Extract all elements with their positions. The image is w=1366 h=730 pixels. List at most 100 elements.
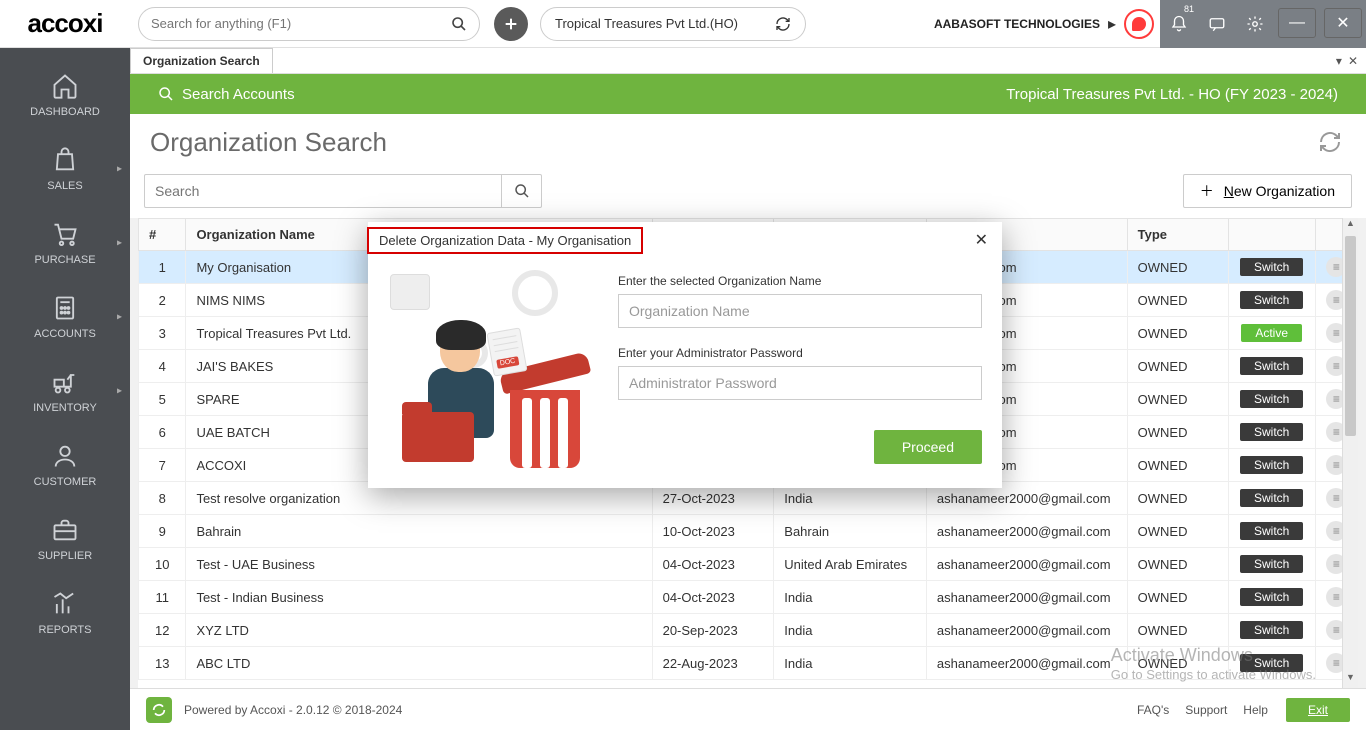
switch-button[interactable]: Switch: [1240, 555, 1303, 573]
plus-icon: ＋: [1200, 181, 1214, 201]
cell-num: 11: [139, 581, 186, 614]
nav-purchase[interactable]: PURCHASE▸: [0, 206, 130, 280]
cell-email: ashanameer2000@gmail.com: [926, 614, 1127, 647]
exit-button[interactable]: Exit: [1286, 698, 1350, 722]
table-search[interactable]: [144, 174, 542, 208]
cell-country: Bahrain: [774, 515, 927, 548]
modal-title: Delete Organization Data - My Organisati…: [367, 227, 643, 254]
gear-icon[interactable]: [1236, 0, 1274, 48]
sidebar: DASHBOARD SALES▸ PURCHASE▸ ACCOUNTS▸ INV…: [0, 48, 130, 730]
cell-num: 13: [139, 647, 186, 680]
nav-customer[interactable]: CUSTOMER: [0, 428, 130, 502]
table-row[interactable]: 9Bahrain10-Oct-2023Bahrainashanameer2000…: [139, 515, 1358, 548]
global-search[interactable]: [138, 7, 480, 41]
cell-date: 04-Oct-2023: [652, 548, 774, 581]
search-icon[interactable]: [451, 16, 467, 32]
company-label: AABASOFT TECHNOLOGIES: [934, 17, 1100, 31]
switch-button[interactable]: Switch: [1240, 423, 1303, 441]
switch-button[interactable]: Switch: [1240, 291, 1303, 309]
chart-icon: [51, 590, 79, 618]
scroll-up-icon[interactable]: ▲: [1343, 218, 1358, 234]
org-name-input[interactable]: [618, 294, 982, 328]
org-selector[interactable]: Tropical Treasures Pvt Ltd.(HO): [540, 7, 806, 41]
page-title: Organization Search: [150, 127, 387, 158]
cart-icon: [51, 220, 79, 248]
nav-inventory[interactable]: INVENTORY▸: [0, 354, 130, 428]
chat-icon[interactable]: [1198, 0, 1236, 48]
cell-num: 6: [139, 416, 186, 449]
faqs-link[interactable]: FAQ's: [1137, 703, 1169, 717]
switch-button[interactable]: Switch: [1240, 489, 1303, 507]
switch-button[interactable]: Switch: [1240, 654, 1303, 672]
tab-close-icon[interactable]: ✕: [1348, 54, 1358, 68]
admin-pwd-input[interactable]: [618, 366, 982, 400]
switch-button[interactable]: Switch: [1240, 588, 1303, 606]
cell-date: 20-Sep-2023: [652, 614, 774, 647]
delete-illustration: DOC: [388, 268, 598, 468]
switch-button[interactable]: Switch: [1240, 456, 1303, 474]
cell-type: OWNED: [1127, 383, 1228, 416]
cell-num: 12: [139, 614, 186, 647]
cell-num: 3: [139, 317, 186, 350]
window-controls: — ✕: [1274, 0, 1366, 48]
global-search-input[interactable]: [151, 16, 451, 31]
cell-num: 2: [139, 284, 186, 317]
refresh-button[interactable]: [1314, 126, 1346, 158]
cell-email: ashanameer2000@gmail.com: [926, 647, 1127, 680]
close-window-button[interactable]: ✕: [1324, 8, 1362, 38]
cell-type: OWNED: [1127, 251, 1228, 284]
scroll-down-icon[interactable]: ▼: [1343, 672, 1358, 688]
minimize-button[interactable]: —: [1278, 8, 1316, 38]
cell-name: ABC LTD: [186, 647, 652, 680]
cell-type: OWNED: [1127, 317, 1228, 350]
cell-type: OWNED: [1127, 416, 1228, 449]
table-row[interactable]: 10Test - UAE Business04-Oct-2023United A…: [139, 548, 1358, 581]
sync-icon[interactable]: [775, 16, 791, 32]
table-search-button[interactable]: [501, 175, 541, 207]
powered-by: Powered by Accoxi - 2.0.12 © 2018-2024: [184, 703, 402, 717]
support-link[interactable]: Support: [1185, 703, 1227, 717]
vertical-scrollbar[interactable]: ▲ ▼: [1342, 218, 1358, 688]
nav-reports[interactable]: REPORTS: [0, 576, 130, 650]
switch-button[interactable]: Switch: [1240, 621, 1303, 639]
tab-dropdown-icon[interactable]: ▾: [1336, 54, 1342, 68]
nav-supplier[interactable]: SUPPLIER: [0, 502, 130, 576]
cell-type: OWNED: [1127, 581, 1228, 614]
nav-accounts[interactable]: ACCOUNTS▸: [0, 280, 130, 354]
switch-button[interactable]: Switch: [1240, 258, 1303, 276]
chevron-right-icon[interactable]: ▸: [1108, 14, 1116, 34]
cell-type: OWNED: [1127, 449, 1228, 482]
cell-email: ashanameer2000@gmail.com: [926, 548, 1127, 581]
search-accounts-label[interactable]: Search Accounts: [182, 86, 295, 103]
modal-header: Delete Organization Data - My Organisati…: [368, 222, 1002, 258]
cell-country: India: [774, 581, 927, 614]
switch-button[interactable]: Switch: [1240, 390, 1303, 408]
col-type[interactable]: Type: [1127, 219, 1228, 251]
cell-type: OWNED: [1127, 482, 1228, 515]
avatar[interactable]: [1124, 9, 1154, 39]
switch-button[interactable]: Switch: [1240, 522, 1303, 540]
col-num[interactable]: #: [139, 219, 186, 251]
active-badge[interactable]: Active: [1241, 324, 1302, 342]
nav-sales[interactable]: SALES▸: [0, 132, 130, 206]
briefcase-icon: [51, 516, 79, 544]
forklift-icon: [51, 368, 79, 396]
scroll-thumb[interactable]: [1345, 236, 1356, 436]
proceed-button[interactable]: Proceed: [874, 430, 982, 464]
bag-icon: [51, 146, 79, 174]
new-organization-button[interactable]: ＋ New Organization: [1183, 174, 1352, 208]
table-row[interactable]: 12XYZ LTD20-Sep-2023Indiaashanameer2000@…: [139, 614, 1358, 647]
nav-dashboard[interactable]: DASHBOARD: [0, 58, 130, 132]
cell-country: India: [774, 647, 927, 680]
table-row[interactable]: 11Test - Indian Business04-Oct-2023India…: [139, 581, 1358, 614]
table-search-input[interactable]: [145, 183, 501, 199]
bell-icon[interactable]: 81: [1160, 0, 1198, 48]
table-row[interactable]: 13ABC LTD22-Aug-2023Indiaashanameer2000@…: [139, 647, 1358, 680]
switch-button[interactable]: Switch: [1240, 357, 1303, 375]
help-link[interactable]: Help: [1243, 703, 1268, 717]
cell-date: 22-Aug-2023: [652, 647, 774, 680]
tab-org-search[interactable]: Organization Search: [130, 48, 273, 73]
user-icon: [51, 442, 79, 470]
add-button[interactable]: [494, 7, 528, 41]
modal-close-button[interactable]: ✕: [961, 230, 1002, 250]
